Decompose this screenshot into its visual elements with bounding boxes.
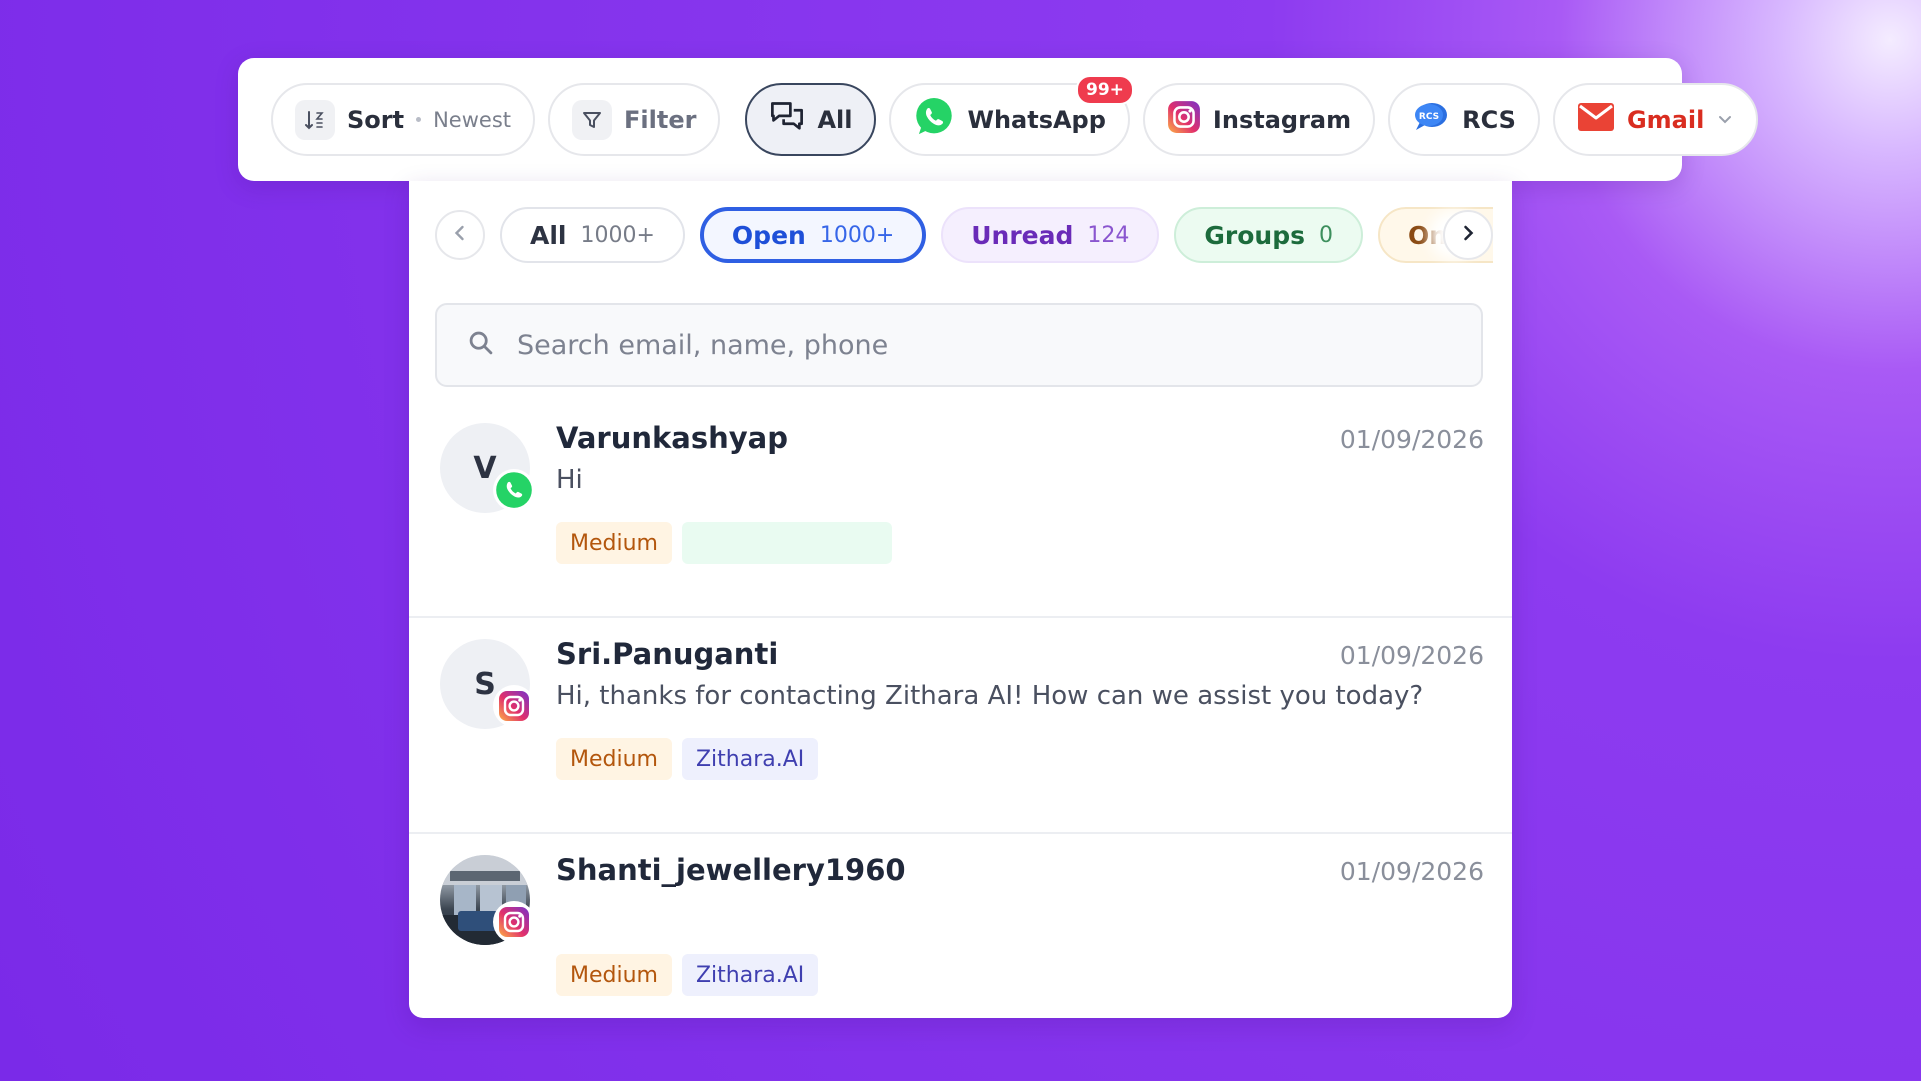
instagram-icon: [493, 901, 535, 943]
sort-value: Newest: [433, 107, 511, 132]
filter-button[interactable]: Filter: [548, 83, 721, 156]
instagram-icon: [493, 685, 535, 727]
priority-tag: Medium: [556, 738, 672, 780]
tab-unread[interactable]: Unread 124: [941, 207, 1160, 263]
tabs-prev-button[interactable]: [435, 210, 485, 260]
filter-icon: [572, 99, 612, 140]
gmail-icon: [1577, 102, 1615, 138]
message-preview: Hi: [556, 465, 583, 495]
sort-label: Sort: [347, 105, 405, 134]
channel-toolbar: Sort Newest Filter All WhatsApp 99+ Inst…: [238, 58, 1759, 181]
channel-instagram-button[interactable]: Instagram: [1142, 83, 1376, 156]
tab-count: 0: [1319, 222, 1334, 248]
tag-list: Medium Zithara.AI: [556, 738, 819, 780]
chat-bubbles-icon: [769, 99, 805, 141]
unread-count-badge: 99+: [1076, 75, 1134, 105]
search-input[interactable]: [517, 329, 1481, 361]
tab-label: All: [530, 220, 567, 250]
message-date: 01/09/2026: [1339, 857, 1484, 886]
avatar-initial: S: [474, 666, 496, 702]
tab-label: Open: [731, 220, 806, 250]
priority-tag: Medium: [556, 522, 672, 564]
contact-name: Shanti_jewellery1960: [556, 853, 906, 887]
rcs-icon: RCS: [1412, 100, 1450, 140]
tab-count: 124: [1087, 222, 1130, 248]
channel-label: Instagram: [1212, 105, 1352, 134]
message-preview: Hi, thanks for contacting Zithara AI! Ho…: [556, 681, 1424, 711]
channel-all-button[interactable]: All: [745, 83, 877, 156]
tag-list: Medium: [556, 522, 892, 564]
search-icon: [467, 329, 495, 361]
tabs-next-button[interactable]: [1443, 210, 1493, 260]
message-date: 01/09/2026: [1339, 641, 1484, 670]
tab-groups[interactable]: Groups 0: [1174, 207, 1364, 263]
tag-list: Medium Zithara.AI: [556, 954, 819, 996]
tab-count: 1000+: [580, 222, 655, 248]
channel-label: WhatsApp: [967, 105, 1106, 134]
filter-label: Filter: [624, 105, 697, 134]
chevron-left-icon: [450, 223, 470, 247]
channel-label: All: [817, 105, 853, 134]
tab-label: Unread: [971, 220, 1074, 250]
tab-open[interactable]: Open 1000+: [699, 207, 927, 263]
chevron-right-icon: [1458, 223, 1478, 247]
brand-tag: Zithara.AI: [681, 954, 819, 996]
channel-label: RCS: [1462, 105, 1516, 134]
channel-gmail-dropdown[interactable]: Gmail: [1552, 83, 1759, 156]
conversation-row[interactable]: S Sri.Panuganti 01/09/2026 Hi, thanks fo…: [409, 619, 1512, 834]
conversation-row[interactable]: Shanti_jewellery1960 01/09/2026 Medium Z…: [409, 835, 1512, 1018]
avatar-initial: V: [473, 450, 497, 486]
channel-label: Gmail: [1626, 105, 1705, 134]
instagram-icon: [1167, 100, 1201, 140]
separator-dot: [416, 117, 422, 122]
search-box: [435, 303, 1483, 387]
conversation-panel: All 1000+ Open 1000+ Unread 124 Groups 0…: [409, 181, 1512, 1018]
conversation-row[interactable]: V Varunkashyap 01/09/2026 Hi Medium: [409, 403, 1512, 618]
tab-label: Groups: [1204, 220, 1306, 250]
contact-name: Varunkashyap: [556, 421, 789, 455]
tab-all[interactable]: All 1000+: [500, 207, 685, 263]
brand-tag: Zithara.AI: [681, 738, 819, 780]
empty-tag: [681, 522, 892, 564]
message-date: 01/09/2026: [1339, 425, 1484, 454]
tab-count: 1000+: [819, 222, 895, 248]
channel-rcs-button[interactable]: RCS RCS: [1388, 83, 1540, 156]
whatsapp-icon: [493, 469, 535, 511]
status-tabs: All 1000+ Open 1000+ Unread 124 Groups 0…: [435, 205, 1493, 265]
sort-icon: [295, 99, 335, 140]
whatsapp-icon: [913, 96, 955, 144]
chevron-down-icon: [1716, 106, 1734, 134]
channel-whatsapp-button[interactable]: WhatsApp 99+: [889, 75, 1134, 156]
svg-text:RCS: RCS: [1419, 112, 1439, 122]
contact-name: Sri.Panuganti: [556, 637, 779, 671]
sort-button[interactable]: Sort Newest: [271, 83, 535, 156]
priority-tag: Medium: [556, 954, 672, 996]
